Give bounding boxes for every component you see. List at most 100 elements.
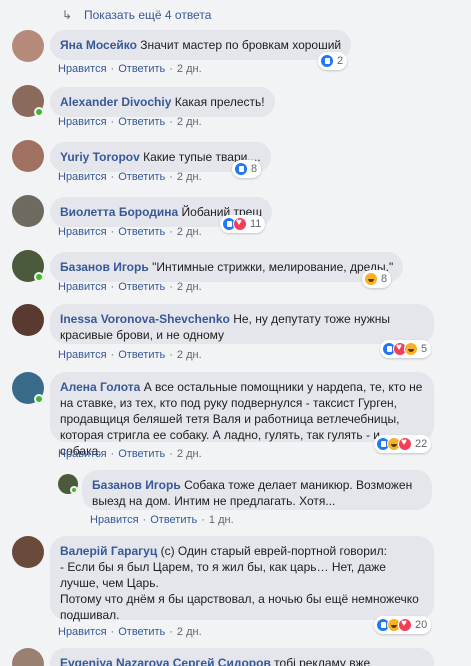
author-name[interactable]: Виолетта Бородина: [60, 205, 178, 219]
author-name[interactable]: Яна Мосейко: [60, 38, 137, 52]
like-link[interactable]: Нравится: [58, 63, 107, 75]
comment-text: А все остальные помощники у нардепа, те,…: [143, 380, 423, 394]
online-indicator-icon: [34, 107, 44, 117]
avatar[interactable]: [12, 536, 44, 568]
timestamp[interactable]: 2 дн.: [177, 281, 202, 293]
reaction-summary[interactable]: 22: [374, 435, 432, 453]
avatar[interactable]: [12, 195, 44, 227]
comment-bubble: Evgeniya Nazarova Сергей Сидоров тобі ре…: [50, 648, 434, 666]
timestamp[interactable]: 2 дн.: [177, 63, 202, 75]
reply-comment: Базанов Игорь Собака тоже делает маникюр…: [58, 470, 467, 530]
comment-text: подшивал.: [60, 608, 120, 622]
timestamp[interactable]: 2 дн.: [177, 171, 202, 183]
like-link[interactable]: Нравится: [58, 349, 107, 361]
reply-arrow-icon: ↳: [62, 8, 73, 22]
online-indicator-icon: [34, 272, 44, 282]
reaction-count: 5: [421, 343, 428, 355]
reply-link[interactable]: Ответить: [118, 448, 165, 460]
timestamp[interactable]: 1 дн.: [209, 514, 234, 526]
reaction-count: 8: [251, 163, 258, 175]
like-link[interactable]: Нравится: [58, 281, 107, 293]
love-reaction-icon: [233, 217, 247, 231]
love-reaction-icon: [398, 437, 412, 451]
comment-actions: Нравится · Ответить · 2 дн.: [58, 448, 202, 460]
reaction-count: 8: [381, 273, 388, 285]
reaction-summary[interactable]: 8: [232, 160, 262, 178]
reply-link[interactable]: Ответить: [150, 514, 197, 526]
reaction-count: 11: [250, 218, 262, 230]
comment: Базанов Игорь "Интимные стрижки, мелиров…: [12, 250, 467, 300]
like-link[interactable]: Нравится: [58, 171, 107, 183]
reaction-summary[interactable]: 20: [374, 616, 432, 634]
comment: Alexander Divochiy Какая прелесть! Нрави…: [12, 85, 467, 135]
author-name[interactable]: Базанов Игорь: [60, 260, 149, 274]
timestamp[interactable]: 2 дн.: [177, 349, 202, 361]
author-name[interactable]: Yuriy Toropov: [60, 150, 140, 164]
comment-text: Потому что днём я бы царствовал, а ночью…: [60, 592, 419, 606]
like-link[interactable]: Нравится: [90, 514, 139, 526]
author-name[interactable]: Валерій Гарагуц: [60, 544, 157, 558]
comment-text: продавщиця беляшей тетя Валя и работница…: [60, 412, 400, 426]
comment-text: Не, ну депутату тоже нужны: [233, 312, 391, 326]
comment-text: на ставке, из тех, кто под руку подверну…: [60, 396, 397, 410]
comment-text: Значит мастер по бровкам хороший: [140, 38, 342, 52]
comment-actions: Нравится · Ответить · 2 дн.: [58, 349, 202, 361]
reaction-summary[interactable]: 5: [380, 340, 432, 358]
comment-actions: Нравится · Ответить · 2 дн.: [58, 171, 202, 183]
like-link[interactable]: Нравится: [58, 626, 107, 638]
comment-actions: Нравится · Ответить · 2 дн.: [58, 281, 202, 293]
comment-text: выезд на дом. Интим не предлагать. Хотя.…: [92, 494, 336, 508]
reply-link[interactable]: Ответить: [118, 349, 165, 361]
comment-actions: Нравится · Ответить · 1 дн.: [90, 514, 234, 526]
comment-text: - Если бы я был Царем, то я жил бы, как …: [60, 560, 386, 574]
avatar[interactable]: [12, 30, 44, 62]
timestamp[interactable]: 2 дн.: [177, 626, 202, 638]
comment-text: лучше, чем Царь.: [60, 576, 159, 590]
like-reaction-icon: [234, 162, 248, 176]
haha-reaction-icon: [364, 272, 378, 286]
timestamp[interactable]: 2 дн.: [177, 116, 202, 128]
avatar[interactable]: [12, 648, 44, 666]
haha-reaction-icon: [404, 342, 418, 356]
reply-link[interactable]: Ответить: [118, 626, 165, 638]
avatar[interactable]: [12, 140, 44, 172]
tagged-name[interactable]: Сергей Сидоров: [173, 656, 271, 666]
author-name[interactable]: Базанов Игорь: [92, 478, 181, 492]
timestamp[interactable]: 2 дн.: [177, 448, 202, 460]
author-name[interactable]: Алена Голота: [60, 380, 140, 394]
reply-link[interactable]: Ответить: [118, 226, 165, 238]
author-name[interactable]: Inessa Voronova-Shevchenko: [60, 312, 230, 326]
avatar[interactable]: [12, 304, 44, 336]
like-link[interactable]: Нравится: [58, 226, 107, 238]
comment-text: Какая прелесть!: [174, 95, 265, 109]
comment: Inessa Voronova-Shevchenko Не, ну депута…: [12, 304, 467, 369]
like-link[interactable]: Нравится: [58, 116, 107, 128]
author-name[interactable]: Alexander Divochiy: [60, 95, 171, 109]
show-more-replies-link[interactable]: ↳ Показать ещё 4 ответа: [62, 8, 211, 22]
show-more-label: Показать ещё 4 ответа: [84, 8, 212, 22]
online-indicator-icon: [34, 394, 44, 404]
comment-text: красивые брови, и не одному: [60, 328, 225, 342]
reply-link[interactable]: Ответить: [118, 116, 165, 128]
online-indicator-icon: [70, 486, 78, 494]
reaction-summary[interactable]: 8: [362, 270, 392, 288]
comment-bubble: Валерій Гарагуц (с) Один старый еврей-по…: [50, 536, 434, 622]
like-link[interactable]: Нравится: [58, 448, 107, 460]
reaction-count: 20: [415, 619, 428, 631]
comment: Виолетта Бородина Йобаний треш 11 Нравит…: [12, 195, 467, 245]
comment-bubble: Алена Голота А все остальные помощники у…: [50, 372, 434, 458]
comment-bubble: Базанов Игорь Собака тоже делает маникюр…: [82, 470, 432, 510]
comment-actions: Нравится · Ответить · 2 дн.: [58, 626, 202, 638]
comment-actions: Нравится · Ответить · 2 дн.: [58, 226, 202, 238]
reply-link[interactable]: Ответить: [118, 281, 165, 293]
comment-text: Собака тоже делает маникюр. Возможен: [184, 478, 413, 492]
author-name[interactable]: Evgeniya Nazarova: [60, 656, 169, 666]
reaction-summary[interactable]: 11: [220, 215, 266, 233]
comment-bubble: Inessa Voronova-Shevchenko Не, ну депута…: [50, 304, 434, 344]
comment-bubble: Базанов Игорь "Интимные стрижки, мелиров…: [50, 252, 404, 282]
comment: Валерій Гарагуц (с) Один старый еврей-по…: [12, 536, 467, 644]
reply-link[interactable]: Ответить: [118, 171, 165, 183]
reply-link[interactable]: Ответить: [118, 63, 165, 75]
reaction-summary[interactable]: 2: [318, 52, 348, 70]
timestamp[interactable]: 2 дн.: [177, 226, 202, 238]
